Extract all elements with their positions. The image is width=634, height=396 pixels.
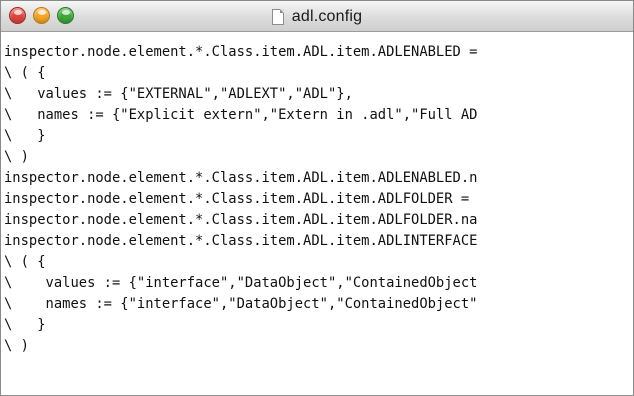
code-line[interactable]: inspector.node.element.*.Class.item.ADL.… xyxy=(4,42,633,63)
code-line[interactable]: \ names := {"interface","DataObject","Co… xyxy=(4,294,633,315)
editor-window: adl.config inspector.node.element.*.Clas… xyxy=(0,0,634,396)
code-line[interactable]: \ names := {"Explicit extern","Extern in… xyxy=(4,105,633,126)
code-line[interactable]: \ } xyxy=(4,315,633,336)
document-icon xyxy=(271,8,284,25)
code-line[interactable]: \ values := {"interface","DataObject","C… xyxy=(4,273,633,294)
title-bar[interactable]: adl.config xyxy=(1,1,633,32)
code-line[interactable]: \ values := {"EXTERNAL","ADLEXT","ADL"}, xyxy=(4,84,633,105)
code-line[interactable]: \ } xyxy=(4,126,633,147)
window-title: adl.config xyxy=(291,7,363,25)
code-line[interactable]: \ ( { xyxy=(4,63,633,84)
code-line[interactable]: inspector.node.element.*.Class.item.ADL.… xyxy=(4,189,633,210)
code-line[interactable]: \ ) xyxy=(4,147,633,168)
code-line[interactable]: inspector.node.element.*.Class.item.ADL.… xyxy=(4,231,633,252)
code-line[interactable]: \ ) xyxy=(4,336,633,357)
code-line[interactable]: \ ( { xyxy=(4,252,633,273)
text-editor[interactable]: inspector.node.element.*.Class.item.ADL.… xyxy=(1,32,633,395)
window-title-area: adl.config xyxy=(1,1,633,32)
code-line[interactable]: inspector.node.element.*.Class.item.ADL.… xyxy=(4,168,633,189)
code-line[interactable]: inspector.node.element.*.Class.item.ADL.… xyxy=(4,210,633,231)
